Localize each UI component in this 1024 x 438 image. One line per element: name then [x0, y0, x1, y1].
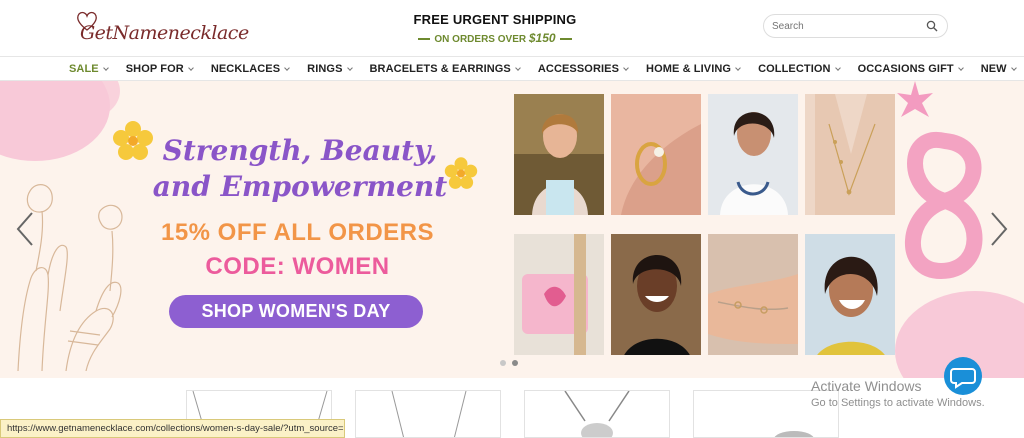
carousel-dot-active[interactable]	[512, 360, 518, 366]
nav-item-label: BRACELETS & EARRINGS	[369, 62, 511, 75]
promo-code: CODE: WOMEN	[205, 253, 390, 280]
banner-photo-ring	[611, 94, 701, 215]
chevron-down-icon	[735, 64, 741, 71]
site-logo[interactable]: GetNamenecklace	[74, 8, 249, 48]
star-icon	[897, 81, 933, 117]
search-input[interactable]	[772, 18, 922, 34]
promo-title: FREE URGENT SHIPPING	[413, 12, 577, 27]
nav-item-label: ACCESSORIES	[537, 62, 620, 75]
headline-line-1: Strength, Beauty,	[162, 134, 438, 167]
chevron-down-icon	[284, 64, 291, 71]
site-header: GetNamenecklace FREE URGENT SHIPPING ON …	[0, 0, 1024, 56]
carousel-dots	[500, 360, 524, 366]
product-card[interactable]	[524, 390, 670, 438]
main-navigation: SALE SHOP FOR NECKLACES RINGS BRACELETS …	[0, 56, 1024, 81]
carousel-next-button[interactable]	[988, 211, 1010, 247]
promo-dash	[559, 38, 572, 41]
carousel-dot[interactable]	[500, 360, 506, 366]
nav-item-accessories[interactable]: ACCESSORIES	[537, 62, 629, 75]
banner-photo-letter-necklace	[805, 94, 895, 215]
logo-text: GetNamenecklace	[80, 22, 249, 44]
nav-item-occasions-gift[interactable]: OCCASIONS GIFT	[857, 62, 964, 75]
nav-item-bracelets-earrings[interactable]: BRACELETS & EARRINGS	[369, 62, 521, 75]
nav-item-label: HOME & LIVING	[646, 62, 732, 75]
chat-bubble-icon	[950, 368, 976, 389]
nav-item-home-living[interactable]: HOME & LIVING	[646, 62, 741, 75]
carousel-prev-button[interactable]	[14, 211, 36, 247]
nav-item-label: OCCASIONS GIFT	[857, 62, 954, 75]
chevron-down-icon	[957, 64, 964, 71]
promo-sub-prefix: ON ORDERS OVER	[434, 34, 527, 45]
promo-subtitle: ON ORDERS OVER $150	[380, 31, 610, 45]
nav-item-collection[interactable]: COLLECTION	[758, 62, 841, 75]
chevron-right-icon	[991, 212, 1008, 246]
shop-womens-day-button[interactable]: SHOP WOMEN'S DAY	[169, 295, 423, 328]
chevron-down-icon	[623, 64, 629, 71]
nav-item-new[interactable]: NEW	[980, 62, 1017, 75]
banner-photo-bracelet	[708, 234, 798, 355]
banner-photo-smiling-woman	[611, 234, 701, 355]
nav-item-necklaces[interactable]: NECKLACES	[210, 62, 291, 75]
promo-amount: $150	[528, 31, 556, 45]
search-icon[interactable]	[926, 20, 938, 32]
chevron-down-icon	[102, 64, 109, 71]
nav-item-sale[interactable]: SALE	[69, 62, 109, 75]
chevron-down-icon	[515, 64, 521, 71]
chevron-down-icon	[346, 64, 353, 71]
banner-headline: Strength, Beauty, and Empowerment	[130, 133, 470, 205]
hero-banner[interactable]: Strength, Beauty, and Empowerment 15% OF…	[0, 81, 1024, 378]
search-box	[763, 14, 948, 38]
promo-dash	[418, 38, 431, 41]
chevron-down-icon	[834, 64, 841, 71]
chevron-down-icon	[1010, 64, 1017, 71]
nav-item-shop-for[interactable]: SHOP FOR	[125, 62, 194, 75]
shipping-promo: FREE URGENT SHIPPING ON ORDERS OVER $150	[380, 12, 610, 45]
activation-subtitle: Go to Settings to activate Windows.	[811, 397, 985, 409]
chevron-left-icon	[16, 212, 33, 246]
headline-line-2: and Empowerment	[152, 170, 448, 203]
chat-button[interactable]	[944, 357, 982, 395]
banner-photo-woman-sports	[514, 94, 604, 215]
nav-item-label: NECKLACES	[210, 62, 281, 75]
status-bar-url: https://www.getnamenecklace.com/collecti…	[0, 419, 345, 438]
nav-item-label: SHOP FOR	[125, 62, 184, 75]
nav-item-rings[interactable]: RINGS	[307, 62, 353, 75]
nav-item-label: SALE	[69, 62, 99, 75]
nav-item-label: NEW	[980, 62, 1007, 75]
ribbon-eight-graphic	[905, 131, 983, 280]
nav-list: SALE SHOP FOR NECKLACES RINGS BRACELETS …	[69, 57, 1024, 80]
nav-item-label: RINGS	[307, 62, 343, 75]
banner-photo-doctor	[708, 94, 798, 215]
banner-photo-laughing-woman	[805, 234, 895, 355]
nav-item-label: COLLECTION	[758, 62, 831, 75]
product-card[interactable]	[355, 390, 501, 438]
banner-photo-pink-bag	[514, 234, 604, 355]
chevron-down-icon	[187, 64, 194, 71]
discount-offer: 15% OFF ALL ORDERS	[160, 219, 435, 246]
page: GetNamenecklace FREE URGENT SHIPPING ON …	[0, 0, 1024, 438]
